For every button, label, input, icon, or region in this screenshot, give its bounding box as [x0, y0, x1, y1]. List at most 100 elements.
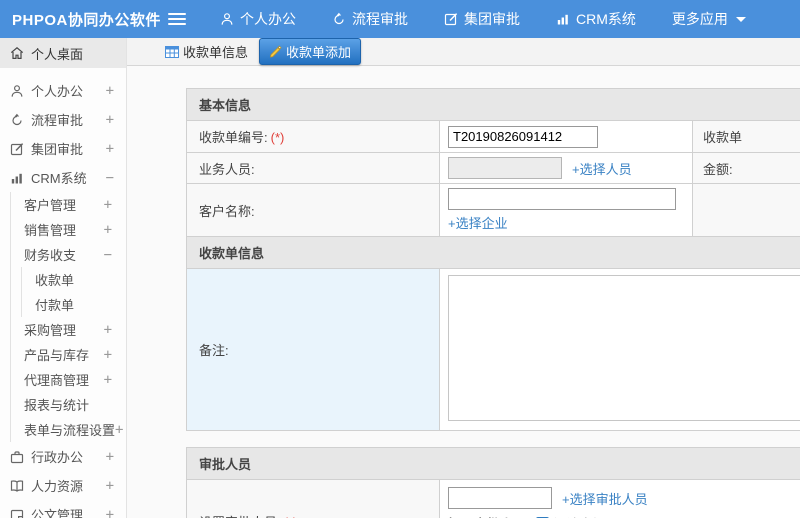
sidebar-item-finance[interactable]: 财务收支 − [11, 242, 126, 267]
amount-label-cell: 金额: [692, 152, 800, 184]
sidebar-item-payment[interactable]: 付款单 [22, 292, 126, 317]
sidebar-item-process-approval[interactable]: 流程审批 + [0, 105, 126, 134]
expand-icon[interactable]: + [104, 372, 112, 388]
app-title: PHPOA协同办公软件 [12, 11, 161, 29]
menu-toggle-icon[interactable] [168, 13, 186, 25]
customer-field-cell: +选择企业 [439, 183, 693, 237]
top-bar: PHPOA协同办公软件 个人办公 流程审批 集团审批 CRM系统 更多应用 [0, 0, 800, 38]
nav-label: CRM系统 [576, 11, 636, 27]
nav-label: 集团审批 [464, 11, 520, 27]
main-content: 收款单信息 收款单添加 基本信息 收款单编号: (*) T20190826091… [127, 38, 800, 518]
sidebar-item-label: 采购管理 [24, 323, 77, 338]
expand-icon[interactable]: + [104, 322, 112, 338]
basic-info-table: 基本信息 收款单编号:(*) 收款单 业务人员: +选择人员 [186, 88, 800, 431]
approver-table: 审批人员 设置审批人员:(*) +选择审批人员 提醒审批人员: 短消息 [186, 447, 800, 518]
select-approver-link[interactable]: +选择审批人员 [562, 489, 648, 508]
process-icon [332, 12, 346, 26]
sidebar-item-label: 收款单 [35, 273, 75, 288]
receipt-no-label-cell: 收款单编号: (*) [186, 120, 440, 153]
nav-more-apps[interactable]: 更多应用 [672, 9, 746, 29]
sidebar-item-label: 行政办公 [31, 450, 84, 465]
select-company-link[interactable]: +选择企业 [448, 216, 508, 231]
edit-icon [444, 12, 458, 26]
set-approver-label-cell: 设置审批人员:(*) [186, 479, 440, 518]
sidebar-item-personal-office[interactable]: 个人办公 + [0, 76, 126, 105]
sidebar-item-label: 销售管理 [24, 223, 77, 238]
nav-label: 流程审批 [352, 11, 408, 27]
sidebar-item-label: 个人桌面 [31, 46, 84, 62]
home-icon [10, 46, 24, 60]
sidebar-item-hr[interactable]: 人力资源 + [0, 471, 126, 500]
collapse-icon[interactable]: − [106, 170, 114, 186]
salesperson-input [448, 157, 562, 179]
sidebar-item-label: 集团审批 [31, 142, 84, 157]
remark-textarea[interactable] [448, 275, 800, 421]
edit-icon [10, 142, 24, 156]
sidebar-item-purchase-mgmt[interactable]: 采购管理 + [11, 317, 126, 342]
section-title-receipt-info: 收款单信息 [186, 236, 800, 269]
expand-icon[interactable]: + [104, 222, 112, 238]
tab-label: 收款单添加 [286, 45, 352, 60]
person-icon [220, 12, 234, 26]
sidebar-item-sales-mgmt[interactable]: 销售管理 + [11, 217, 126, 242]
collapse-icon[interactable]: − [104, 247, 112, 263]
sidebar-item-label: 公文管理 [31, 508, 84, 518]
sidebar-item-products-inventory[interactable]: 产品与库存 + [11, 342, 126, 367]
sms-remind-label: 短消息提示 [553, 514, 618, 518]
approver-input[interactable] [448, 487, 552, 509]
top-nav: 个人办公 流程审批 集团审批 CRM系统 更多应用 [220, 9, 746, 29]
tab-label: 收款单信息 [183, 45, 249, 60]
receipt-no-label: 收款单编号: [199, 130, 268, 145]
receipt-no-input[interactable] [448, 125, 598, 148]
receipt-no-field-cell [439, 120, 693, 153]
expand-icon[interactable]: + [106, 141, 114, 157]
empty-right-cell [692, 183, 800, 237]
nav-group-approval[interactable]: 集团审批 [444, 9, 520, 29]
tab-bar: 收款单信息 收款单添加 [127, 38, 800, 66]
customer-input[interactable] [448, 188, 676, 210]
nav-label: 个人办公 [240, 11, 296, 27]
sidebar: 个人桌面 个人办公 + 流程审批 + 集团审批 + CRM系统 − 客户管理 +… [0, 38, 127, 518]
nav-process-approval[interactable]: 流程审批 [332, 9, 408, 29]
expand-icon[interactable]: + [106, 507, 114, 518]
expand-icon[interactable]: + [115, 422, 123, 438]
customer-label-cell: 客户名称: [186, 183, 440, 237]
sidebar-item-crm[interactable]: CRM系统 − [0, 163, 126, 192]
expand-icon[interactable]: + [106, 112, 114, 128]
sidebar-item-customer-mgmt[interactable]: 客户管理 + [11, 192, 126, 217]
sidebar-item-desktop[interactable]: 个人桌面 [0, 38, 126, 68]
salesperson-label-cell: 业务人员: [186, 152, 440, 184]
sidebar-item-label: 人力资源 [31, 479, 84, 494]
select-person-link[interactable]: +选择人员 [572, 159, 632, 178]
expand-icon[interactable]: + [104, 347, 112, 363]
person-icon [10, 84, 24, 98]
sidebar-item-reports-stats[interactable]: 报表与统计 [11, 392, 126, 417]
expand-icon[interactable]: + [106, 478, 114, 494]
sidebar-item-label: CRM系统 [31, 171, 87, 186]
pencil-icon [269, 45, 282, 58]
table-icon [165, 45, 179, 58]
sidebar-item-agent-mgmt[interactable]: 代理商管理 + [11, 367, 126, 392]
sidebar-item-group-approval[interactable]: 集团审批 + [0, 134, 126, 163]
document-icon [10, 508, 24, 518]
sidebar-item-admin-office[interactable]: 行政办公 + [0, 442, 126, 471]
sidebar-item-label: 客户管理 [24, 198, 77, 213]
expand-icon[interactable]: + [106, 449, 114, 465]
sidebar-item-document-mgmt[interactable]: 公文管理 + [0, 500, 126, 518]
nav-personal-office[interactable]: 个人办公 [220, 9, 296, 29]
expand-icon[interactable]: + [104, 197, 112, 213]
tab-receipt-add[interactable]: 收款单添加 [259, 38, 362, 65]
tab-receipt-info[interactable]: 收款单信息 [160, 39, 253, 64]
nav-crm-system[interactable]: CRM系统 [556, 9, 636, 29]
remark-field-cell [439, 268, 800, 431]
book-icon [10, 479, 24, 493]
caret-down-icon [735, 16, 746, 22]
required-mark: (*) [270, 130, 285, 145]
sidebar-item-label: 付款单 [35, 298, 75, 313]
expand-icon[interactable]: + [106, 83, 114, 99]
section-title-basic: 基本信息 [186, 88, 800, 121]
nav-label: 更多应用 [671, 11, 728, 27]
sidebar-item-receipt[interactable]: 收款单 [22, 267, 126, 292]
bar-chart-icon [556, 12, 570, 26]
sidebar-item-form-flow-settings[interactable]: 表单与流程设置 + [11, 417, 126, 442]
